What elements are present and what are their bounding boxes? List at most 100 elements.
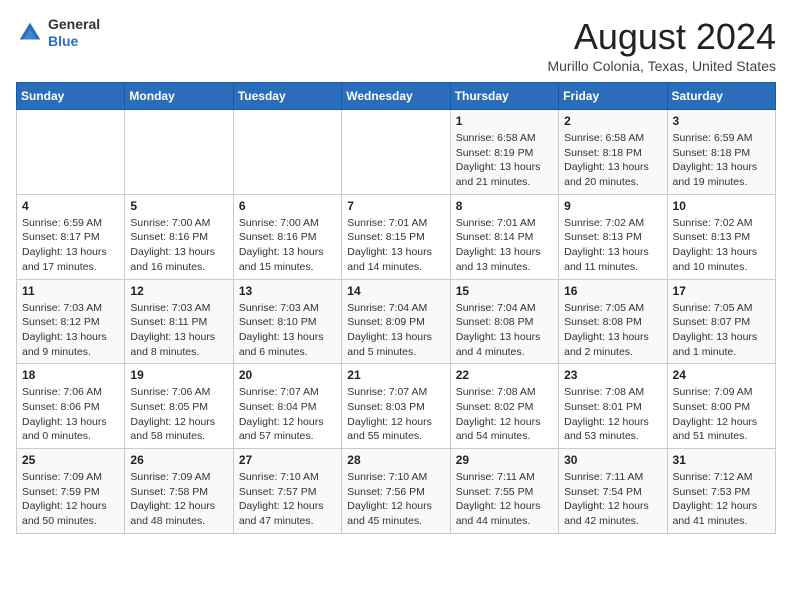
title-block: August 2024 Murillo Colonia, Texas, Unit…: [547, 16, 776, 74]
day-number: 4: [22, 199, 119, 213]
day-info: Sunrise: 6:59 AM Sunset: 8:18 PM Dayligh…: [673, 131, 770, 190]
day-cell: 19 Sunrise: 7:06 AM Sunset: 8:05 PM Dayli…: [125, 364, 233, 449]
day-number: 27: [239, 453, 336, 467]
day-info: Sunrise: 7:06 AM Sunset: 8:06 PM Dayligh…: [22, 385, 119, 444]
day-cell: 24Sunrise: 7:09 AM Sunset: 8:00 PM Dayli…: [667, 364, 775, 449]
day-cell: 4 Sunrise: 6:59 AM Sunset: 8:17 PM Daylig…: [17, 194, 125, 279]
header-day-wednesday: Wednesday: [342, 83, 450, 110]
day-cell: 6 Sunrise: 7:00 AM Sunset: 8:16 PM Daylig…: [233, 194, 341, 279]
day-info: Sunrise: 6:59 AM Sunset: 8:17 PM Dayligh…: [22, 216, 119, 275]
day-number: 20: [239, 368, 336, 382]
day-number: 14: [347, 284, 444, 298]
day-cell: 16 Sunrise: 7:05 AM Sunset: 8:08 PM Dayli…: [559, 279, 667, 364]
day-info: Sunrise: 6:58 AM Sunset: 8:18 PM Dayligh…: [564, 131, 661, 190]
calendar-body: 1Sunrise: 6:58 AM Sunset: 8:19 PM Daylig…: [17, 110, 776, 534]
day-cell: 3Sunrise: 6:59 AM Sunset: 8:18 PM Daylig…: [667, 110, 775, 195]
day-cell: 26 Sunrise: 7:09 AM Sunset: 7:58 PM Dayli…: [125, 449, 233, 534]
day-info: Sunrise: 7:08 AM Sunset: 8:01 PM Dayligh…: [564, 385, 661, 444]
day-info: Sunrise: 7:01 AM Sunset: 8:15 PM Dayligh…: [347, 216, 444, 275]
day-info: Sunrise: 7:00 AM Sunset: 8:16 PM Dayligh…: [130, 216, 227, 275]
week-row-2: 4 Sunrise: 6:59 AM Sunset: 8:17 PM Daylig…: [17, 194, 776, 279]
calendar-table: SundayMondayTuesdayWednesdayThursdayFrid…: [16, 82, 776, 534]
day-number: 7: [347, 199, 444, 213]
day-number: 15: [456, 284, 553, 298]
header-day-saturday: Saturday: [667, 83, 775, 110]
day-number: 6: [239, 199, 336, 213]
day-cell: 22 Sunrise: 7:08 AM Sunset: 8:02 PM Dayli…: [450, 364, 558, 449]
day-number: 1: [456, 114, 553, 128]
day-number: 26: [130, 453, 227, 467]
day-number: 11: [22, 284, 119, 298]
day-info: Sunrise: 7:07 AM Sunset: 8:04 PM Dayligh…: [239, 385, 336, 444]
day-number: 12: [130, 284, 227, 298]
day-info: Sunrise: 7:12 AM Sunset: 7:53 PM Dayligh…: [673, 470, 770, 529]
day-info: Sunrise: 7:05 AM Sunset: 8:08 PM Dayligh…: [564, 301, 661, 360]
day-cell: 20 Sunrise: 7:07 AM Sunset: 8:04 PM Dayli…: [233, 364, 341, 449]
main-title: August 2024: [547, 16, 776, 58]
day-number: 28: [347, 453, 444, 467]
logo: General Blue: [16, 16, 100, 50]
day-info: Sunrise: 7:09 AM Sunset: 7:58 PM Dayligh…: [130, 470, 227, 529]
day-info: Sunrise: 7:11 AM Sunset: 7:55 PM Dayligh…: [456, 470, 553, 529]
header-day-friday: Friday: [559, 83, 667, 110]
logo-text-blue: Blue: [48, 33, 100, 50]
day-cell: [125, 110, 233, 195]
day-cell: 25Sunrise: 7:09 AM Sunset: 7:59 PM Dayli…: [17, 449, 125, 534]
day-cell: 9 Sunrise: 7:02 AM Sunset: 8:13 PM Daylig…: [559, 194, 667, 279]
day-number: 31: [673, 453, 770, 467]
header-day-tuesday: Tuesday: [233, 83, 341, 110]
day-info: Sunrise: 7:06 AM Sunset: 8:05 PM Dayligh…: [130, 385, 227, 444]
header-day-sunday: Sunday: [17, 83, 125, 110]
logo-text-general: General: [48, 16, 100, 33]
day-number: 23: [564, 368, 661, 382]
day-cell: 21 Sunrise: 7:07 AM Sunset: 8:03 PM Dayli…: [342, 364, 450, 449]
day-info: Sunrise: 7:07 AM Sunset: 8:03 PM Dayligh…: [347, 385, 444, 444]
day-number: 10: [673, 199, 770, 213]
day-info: Sunrise: 7:02 AM Sunset: 8:13 PM Dayligh…: [564, 216, 661, 275]
day-cell: 12 Sunrise: 7:03 AM Sunset: 8:11 PM Dayli…: [125, 279, 233, 364]
day-info: Sunrise: 7:02 AM Sunset: 8:13 PM Dayligh…: [673, 216, 770, 275]
day-number: 25: [22, 453, 119, 467]
day-number: 16: [564, 284, 661, 298]
logo-icon: [16, 19, 44, 47]
day-cell: [342, 110, 450, 195]
day-cell: 8Sunrise: 7:01 AM Sunset: 8:14 PM Daylig…: [450, 194, 558, 279]
day-number: 9: [564, 199, 661, 213]
day-info: Sunrise: 7:11 AM Sunset: 7:54 PM Dayligh…: [564, 470, 661, 529]
day-info: Sunrise: 7:03 AM Sunset: 8:12 PM Dayligh…: [22, 301, 119, 360]
day-cell: 28 Sunrise: 7:10 AM Sunset: 7:56 PM Dayli…: [342, 449, 450, 534]
day-cell: 29 Sunrise: 7:11 AM Sunset: 7:55 PM Dayli…: [450, 449, 558, 534]
day-number: 19: [130, 368, 227, 382]
day-number: 22: [456, 368, 553, 382]
week-row-3: 11 Sunrise: 7:03 AM Sunset: 8:12 PM Dayli…: [17, 279, 776, 364]
day-number: 17: [673, 284, 770, 298]
day-info: Sunrise: 7:00 AM Sunset: 8:16 PM Dayligh…: [239, 216, 336, 275]
day-cell: 30 Sunrise: 7:11 AM Sunset: 7:54 PM Dayli…: [559, 449, 667, 534]
week-row-5: 25Sunrise: 7:09 AM Sunset: 7:59 PM Dayli…: [17, 449, 776, 534]
day-number: 29: [456, 453, 553, 467]
day-number: 30: [564, 453, 661, 467]
day-cell: 15Sunrise: 7:04 AM Sunset: 8:08 PM Dayli…: [450, 279, 558, 364]
week-row-1: 1Sunrise: 6:58 AM Sunset: 8:19 PM Daylig…: [17, 110, 776, 195]
day-number: 24: [673, 368, 770, 382]
header-day-thursday: Thursday: [450, 83, 558, 110]
day-cell: 7 Sunrise: 7:01 AM Sunset: 8:15 PM Daylig…: [342, 194, 450, 279]
day-cell: 5Sunrise: 7:00 AM Sunset: 8:16 PM Daylig…: [125, 194, 233, 279]
day-cell: 1Sunrise: 6:58 AM Sunset: 8:19 PM Daylig…: [450, 110, 558, 195]
day-number: 21: [347, 368, 444, 382]
day-info: Sunrise: 7:03 AM Sunset: 8:11 PM Dayligh…: [130, 301, 227, 360]
week-row-4: 18Sunrise: 7:06 AM Sunset: 8:06 PM Dayli…: [17, 364, 776, 449]
day-info: Sunrise: 7:08 AM Sunset: 8:02 PM Dayligh…: [456, 385, 553, 444]
day-cell: [17, 110, 125, 195]
page-header: General Blue August 2024 Murillo Colonia…: [16, 16, 776, 74]
day-cell: 18Sunrise: 7:06 AM Sunset: 8:06 PM Dayli…: [17, 364, 125, 449]
day-cell: 31 Sunrise: 7:12 AM Sunset: 7:53 PM Dayli…: [667, 449, 775, 534]
day-info: Sunrise: 7:03 AM Sunset: 8:10 PM Dayligh…: [239, 301, 336, 360]
header-day-monday: Monday: [125, 83, 233, 110]
day-cell: 14Sunrise: 7:04 AM Sunset: 8:09 PM Dayli…: [342, 279, 450, 364]
day-info: Sunrise: 7:01 AM Sunset: 8:14 PM Dayligh…: [456, 216, 553, 275]
day-info: Sunrise: 7:05 AM Sunset: 8:07 PM Dayligh…: [673, 301, 770, 360]
day-info: Sunrise: 7:10 AM Sunset: 7:56 PM Dayligh…: [347, 470, 444, 529]
day-cell: 10 Sunrise: 7:02 AM Sunset: 8:13 PM Dayli…: [667, 194, 775, 279]
day-number: 13: [239, 284, 336, 298]
